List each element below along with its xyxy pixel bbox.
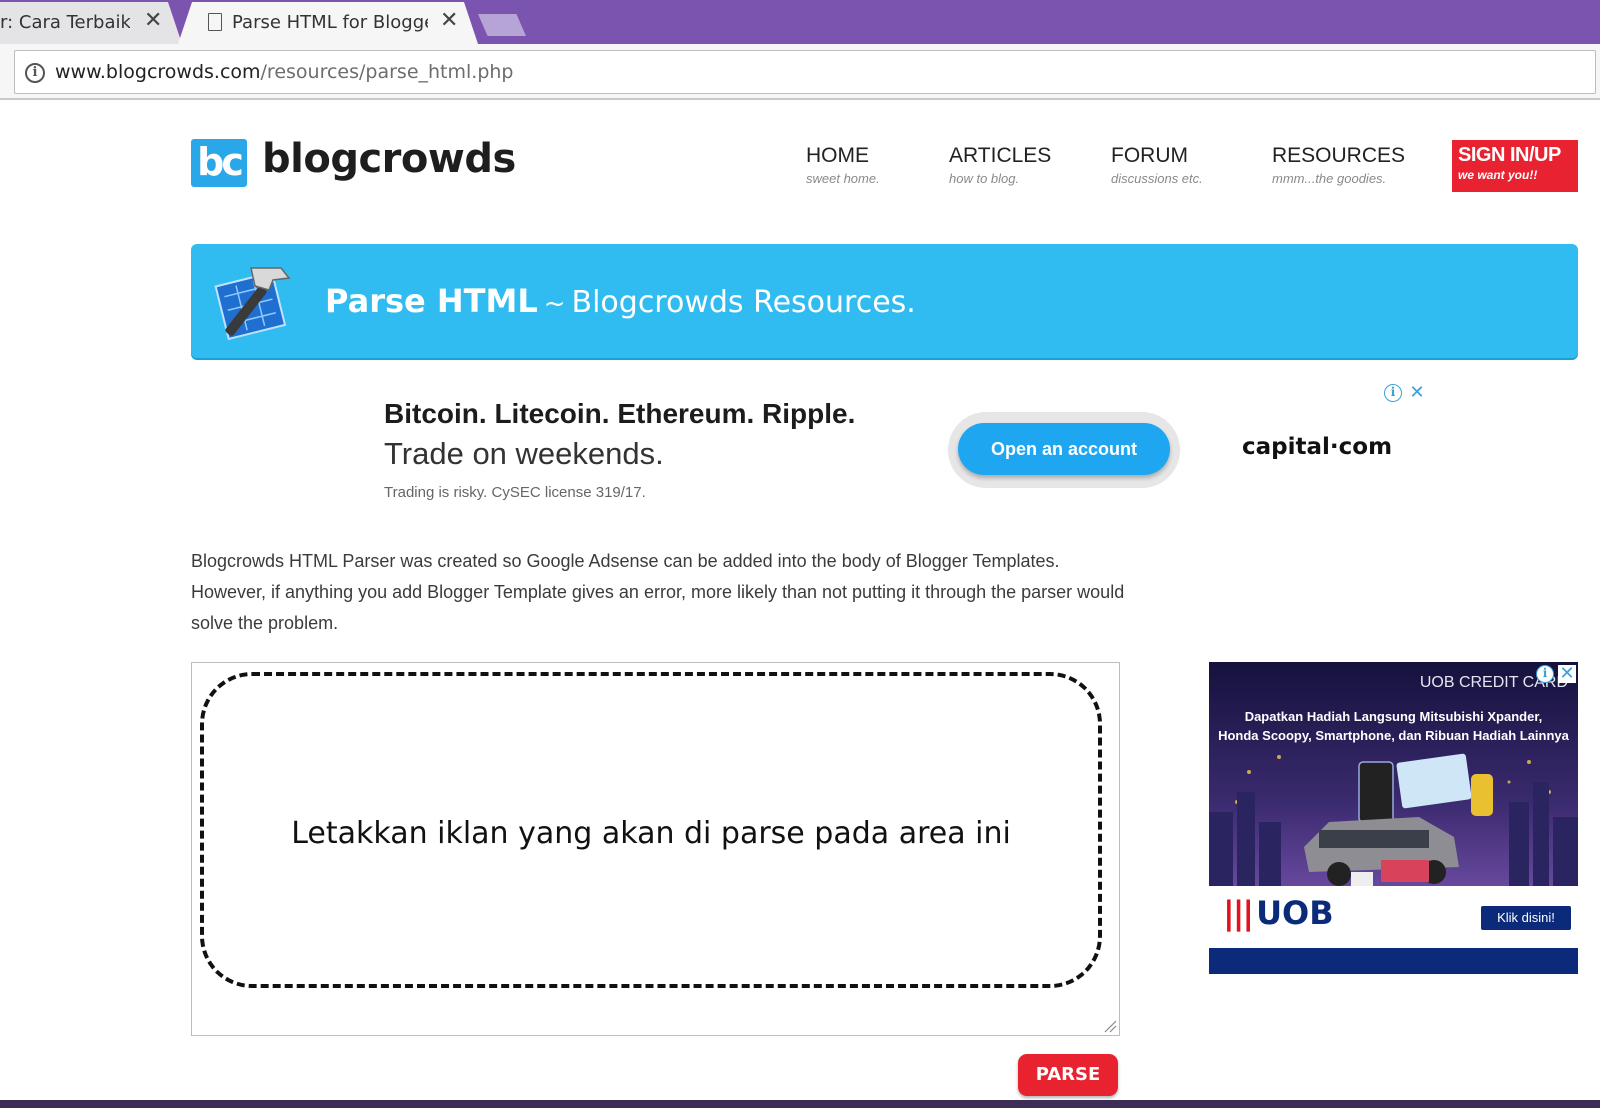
- page-title-strong: Parse HTML: [325, 282, 538, 320]
- ad-close-icon[interactable]: ✕: [1558, 665, 1576, 683]
- adchoices-icon[interactable]: i: [1384, 384, 1402, 402]
- adchoices-icon[interactable]: i: [1536, 665, 1554, 683]
- ad-headline: Dapatkan Hadiah Langsung Mitsubishi Xpan…: [1217, 707, 1570, 745]
- tab-close-icon[interactable]: ✕: [144, 10, 162, 32]
- ad-headline-line: Honda Scoopy, Smartphone, dan Ribuan Had…: [1218, 728, 1569, 743]
- browser-tab-bar: r: Cara Terbaik dan ✕ Parse HTML for Blo…: [0, 0, 1600, 44]
- tab-title: Parse HTML for Blogger: [232, 12, 428, 33]
- open-account-button[interactable]: Open an account: [958, 423, 1170, 475]
- nav-articles[interactable]: ARTICLES how to blog.: [949, 144, 1051, 186]
- browser-tab-inactive[interactable]: r: Cara Terbaik dan ✕: [0, 2, 182, 44]
- ad-button-frame: Open an account: [948, 412, 1180, 488]
- nav-sublabel: how to blog.: [949, 171, 1020, 186]
- sign-in-label: SIGN IN/UP: [1458, 144, 1561, 166]
- nav-sublabel: mmm...the goodies.: [1272, 171, 1387, 186]
- nav-forum[interactable]: FORUM discussions etc.: [1111, 144, 1203, 186]
- ad-cta-button[interactable]: Klik disini!: [1481, 906, 1571, 930]
- page-title-subtitle: Blogcrowds Resources.: [571, 285, 916, 320]
- sign-in-sublabel: we want you!!: [1458, 168, 1538, 182]
- nav-label: ARTICLES: [949, 144, 1052, 167]
- uob-logo-mark: |||: [1223, 894, 1254, 932]
- resize-handle-icon[interactable]: [1103, 1019, 1117, 1033]
- parser-description: Blogcrowds HTML Parser was created so Go…: [191, 551, 1125, 633]
- side-advertisement[interactable]: UOB CREDIT CARD Dapatkan Hadiah Langsung…: [1209, 662, 1578, 974]
- ad-headline[interactable]: Bitcoin. Litecoin. Ethereum. Ripple.: [384, 398, 855, 430]
- taskbar-edge: [0, 1100, 1600, 1108]
- site-info-icon[interactable]: i: [25, 63, 45, 83]
- new-tab-button[interactable]: [478, 14, 526, 36]
- hammer-blueprint-icon: [214, 267, 291, 340]
- page-title-separator: ~: [543, 289, 566, 319]
- ad-footer-bar: [1209, 948, 1578, 974]
- ad-disclaimer: Trading is risky. CySEC license 319/17.: [384, 484, 646, 501]
- nav-sublabel: sweet home.: [806, 171, 880, 186]
- tab-title: r: Cara Terbaik dan: [0, 12, 130, 33]
- ad-placement-marker: Letakkan iklan yang akan di parse pada a…: [200, 672, 1102, 988]
- placement-instruction: Letakkan iklan yang akan di parse pada a…: [291, 816, 1011, 851]
- ad-close-icon[interactable]: ✕: [1408, 384, 1426, 402]
- address-bar[interactable]: i www.blogcrowds.com/resources/parse_htm…: [14, 50, 1596, 94]
- browser-tab-active[interactable]: Parse HTML for Blogger ✕: [178, 2, 478, 44]
- tab-close-icon[interactable]: ✕: [440, 10, 458, 32]
- url-path: /resources/parse_html.php: [260, 61, 514, 83]
- nav-home[interactable]: HOME sweet home.: [806, 144, 880, 186]
- nav-label: HOME: [806, 144, 869, 167]
- page-title: Parse HTML ~ Blogcrowds Resources.: [325, 282, 916, 320]
- sign-in-up-button[interactable]: SIGN IN/UP we want you!!: [1452, 140, 1578, 192]
- parse-button[interactable]: PARSE: [1018, 1054, 1118, 1096]
- nav-resources[interactable]: RESOURCES mmm...the goodies.: [1272, 144, 1405, 186]
- logo-text[interactable]: blogcrowds: [262, 136, 516, 182]
- page-banner: Parse HTML ~ Blogcrowds Resources.: [191, 244, 1578, 358]
- ad-headline-line: Dapatkan Hadiah Langsung Mitsubishi Xpan…: [1244, 709, 1543, 724]
- address-bar-area: i www.blogcrowds.com/resources/parse_htm…: [0, 44, 1600, 100]
- nav-label: RESOURCES: [1272, 144, 1406, 167]
- uob-logo-text: UOB: [1256, 894, 1334, 932]
- uob-logo[interactable]: ||| UOB: [1223, 894, 1334, 932]
- url-text[interactable]: www.blogcrowds.com/resources/parse_html.…: [55, 61, 514, 83]
- ad-subline[interactable]: Trade on weekends.: [384, 436, 664, 472]
- ad-brand-logo[interactable]: capital·com: [1242, 434, 1392, 460]
- nav-sublabel: discussions etc.: [1111, 171, 1203, 186]
- url-host: www.blogcrowds.com: [55, 61, 261, 83]
- logo-mark[interactable]: bc: [191, 139, 247, 187]
- nav-label: FORUM: [1111, 144, 1188, 167]
- top-advertisement[interactable]: Bitcoin. Litecoin. Ethereum. Ripple. Tra…: [370, 378, 1430, 508]
- page-icon: [208, 13, 222, 31]
